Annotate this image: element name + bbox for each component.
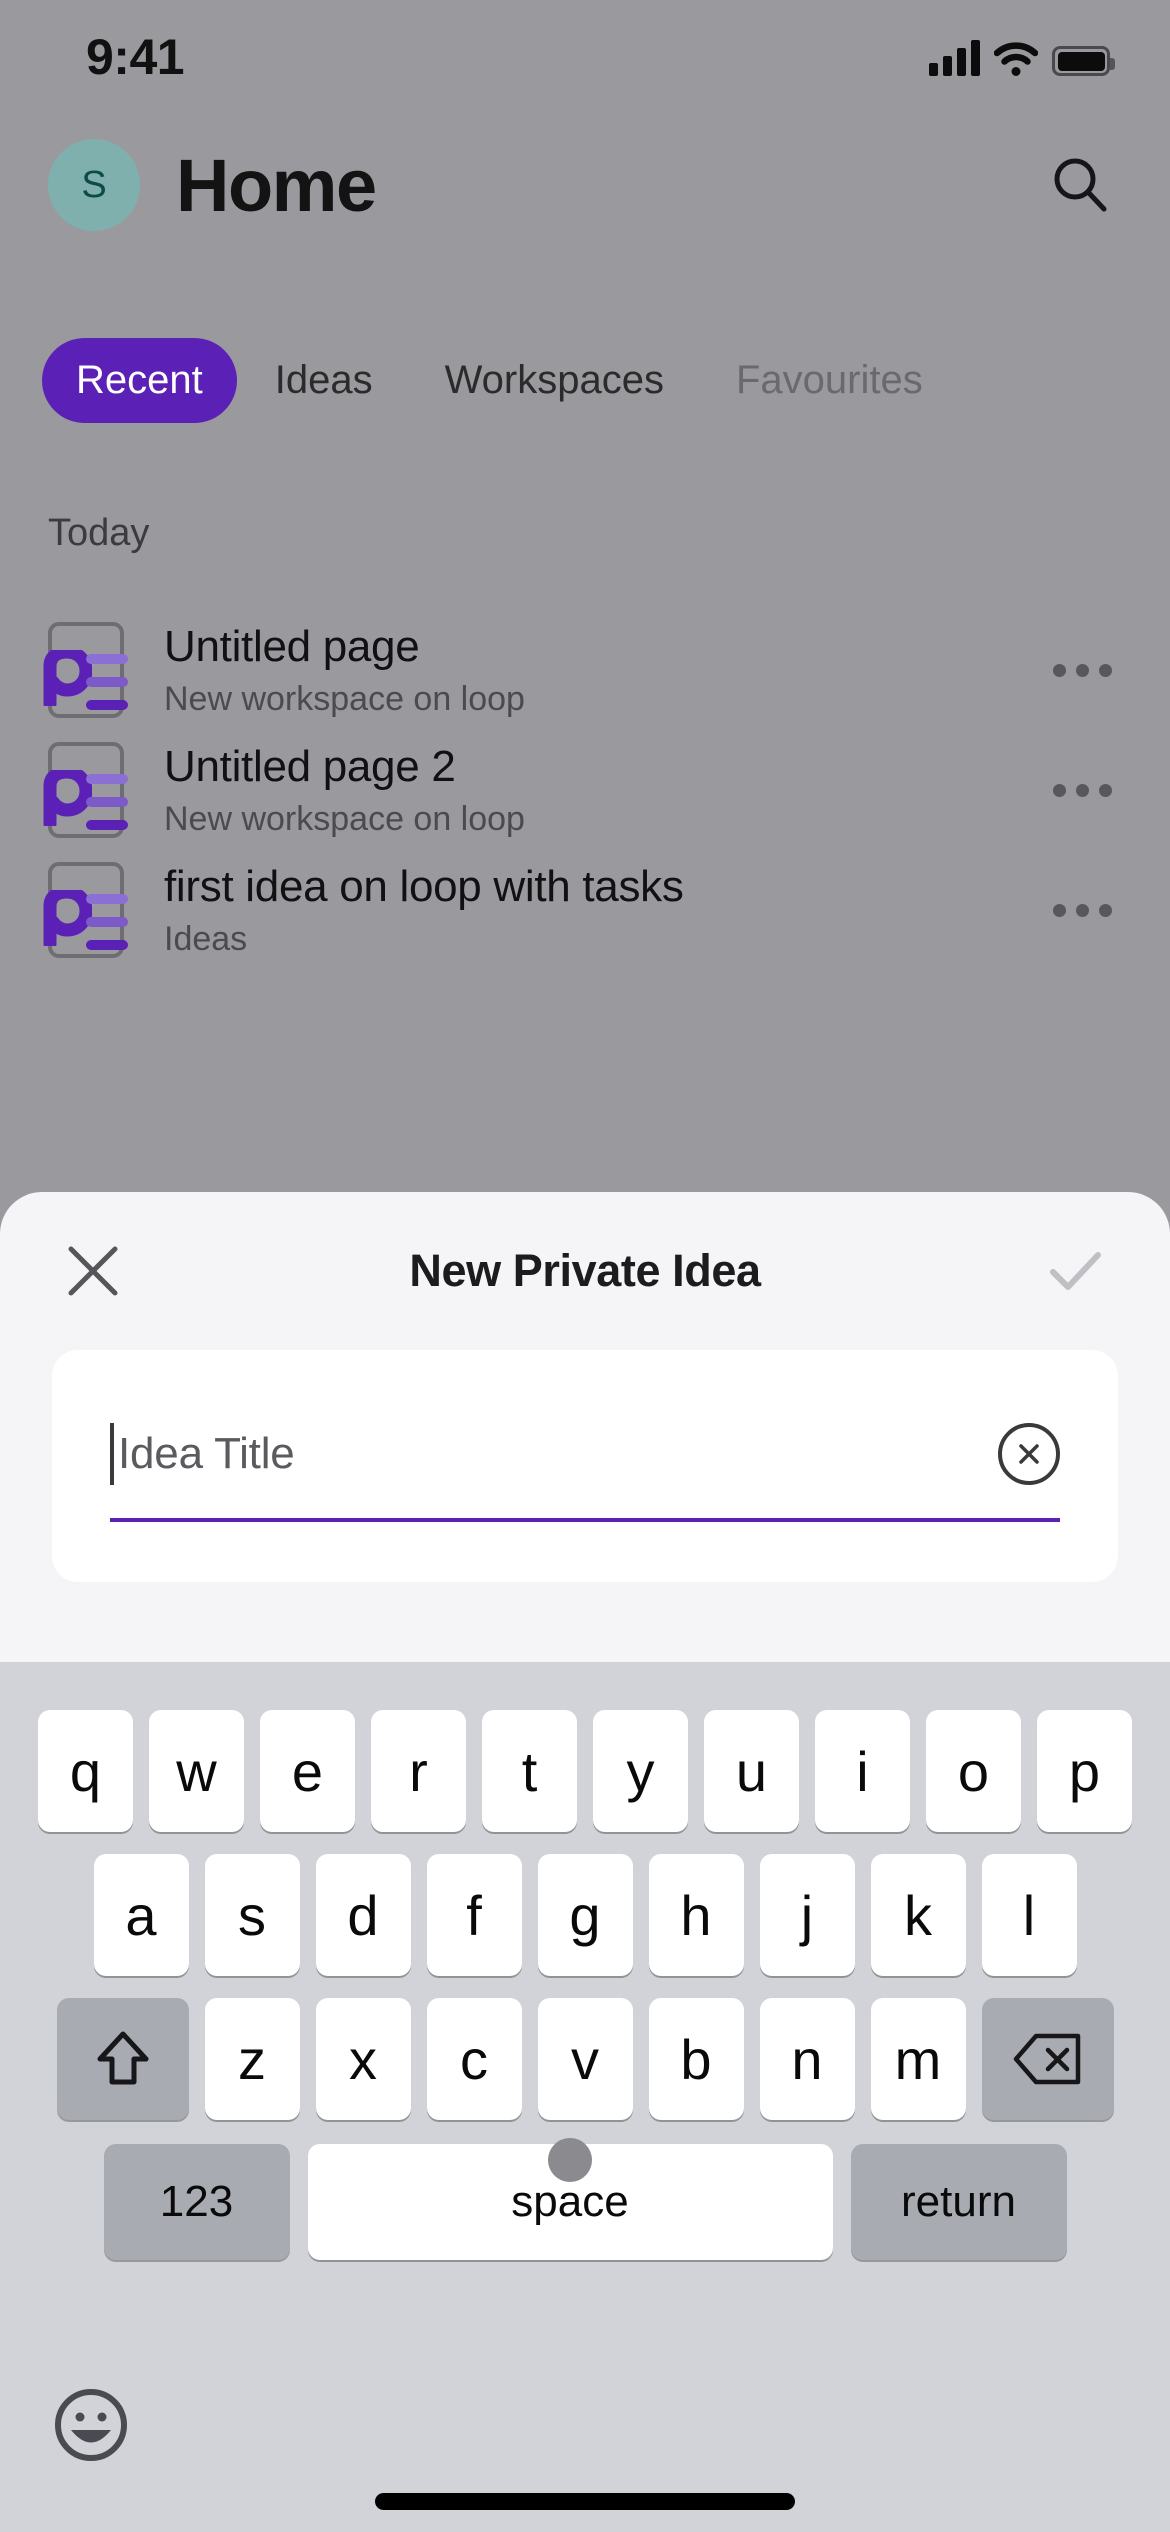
text-caret: [110, 1423, 114, 1485]
key-p[interactable]: p: [1037, 1710, 1132, 1832]
key-v[interactable]: v: [537, 1998, 633, 2120]
list-item-subtitle: New workspace on loop: [164, 800, 525, 839]
key-c[interactable]: c: [426, 1998, 522, 2120]
key-b[interactable]: b: [648, 1998, 744, 2120]
key-k[interactable]: k: [870, 1854, 966, 1976]
key-w[interactable]: w: [149, 1710, 244, 1832]
loop-page-icon: [43, 862, 128, 958]
key-m[interactable]: m: [870, 1998, 966, 2120]
key-z[interactable]: z: [204, 1998, 300, 2120]
keyboard-row-2: a s d f g h j k l: [0, 1832, 1170, 1976]
key-a[interactable]: a: [93, 1854, 189, 1976]
key-r[interactable]: r: [371, 1710, 466, 1832]
avatar[interactable]: S: [48, 139, 140, 231]
status-bar-icons: [929, 32, 1115, 76]
avatar-initial: S: [81, 163, 107, 206]
key-g[interactable]: g: [537, 1854, 633, 1976]
space-key[interactable]: space: [307, 2138, 833, 2260]
modal-title: New Private Idea: [409, 1245, 761, 1296]
wifi-icon: [993, 42, 1039, 76]
list-item-title: Untitled page 2: [164, 741, 456, 791]
list-item-title: Untitled page: [164, 621, 420, 671]
key-n[interactable]: n: [759, 1998, 855, 2120]
key-x[interactable]: x: [315, 1998, 411, 2120]
return-key[interactable]: return: [850, 2144, 1067, 2260]
keyboard-row-3: z x c v b n m: [0, 1976, 1170, 2120]
loop-icon-lines: [86, 894, 128, 963]
more-options-icon[interactable]: [1042, 760, 1122, 820]
key-l[interactable]: l: [981, 1854, 1077, 1976]
close-x-icon[interactable]: [58, 1236, 128, 1306]
keyboard-row-4: 123 space return: [0, 2120, 1170, 2260]
loop-page-icon: [43, 622, 128, 718]
key-u[interactable]: u: [704, 1710, 799, 1832]
key-i[interactable]: i: [815, 1710, 910, 1832]
keyboard-bottom-bar: [0, 2362, 1170, 2532]
list-item-title: first idea on loop with tasks: [164, 861, 684, 911]
more-options-icon[interactable]: [1042, 640, 1122, 700]
idea-title-field-row: [110, 1414, 1060, 1494]
tab-workspaces[interactable]: Workspaces: [411, 338, 698, 423]
list-item-texts: Untitled page 2 New workspace on loop: [164, 741, 1042, 840]
loop-page-icon: [43, 742, 128, 838]
battery-icon: [1052, 46, 1115, 76]
key-j[interactable]: j: [759, 1854, 855, 1976]
key-h[interactable]: h: [648, 1854, 744, 1976]
key-q[interactable]: q: [38, 1710, 133, 1832]
new-private-idea-sheet: New Private Idea: [0, 1192, 1170, 1662]
shift-arrow-icon[interactable]: [56, 1998, 189, 2120]
emoji-smiley-icon[interactable]: [48, 2382, 134, 2468]
checkmark-icon[interactable]: [1038, 1234, 1112, 1308]
tab-ideas[interactable]: Ideas: [241, 338, 407, 423]
search-icon[interactable]: [1038, 143, 1122, 227]
home-indicator: [375, 2493, 795, 2510]
key-f[interactable]: f: [426, 1854, 522, 1976]
cellular-signal-icon: [929, 40, 980, 76]
list-item-texts: Untitled page New workspace on loop: [164, 621, 1042, 720]
idea-title-input[interactable]: [118, 1429, 988, 1479]
list-item[interactable]: Untitled page 2 New workspace on loop: [0, 730, 1170, 850]
field-underline: [110, 1518, 1060, 1522]
list-item-subtitle: New workspace on loop: [164, 680, 525, 719]
tab-recent[interactable]: Recent: [42, 337, 237, 423]
tab-favourites[interactable]: Favourites: [702, 338, 957, 423]
list-item[interactable]: Untitled page New workspace on loop: [0, 610, 1170, 730]
key-s[interactable]: s: [204, 1854, 300, 1976]
page-title: Home: [176, 143, 377, 227]
list-item[interactable]: first idea on loop with tasks Ideas: [0, 850, 1170, 970]
clear-circle-x-icon[interactable]: [998, 1423, 1060, 1485]
key-t[interactable]: t: [482, 1710, 577, 1832]
numbers-key[interactable]: 123: [103, 2144, 290, 2260]
app-header: S Home: [0, 120, 1170, 250]
status-bar: 9:41: [0, 0, 1170, 100]
key-o[interactable]: o: [926, 1710, 1021, 1832]
key-y[interactable]: y: [593, 1710, 688, 1832]
more-options-icon[interactable]: [1042, 880, 1122, 940]
list-item-subtitle: Ideas: [164, 920, 248, 959]
tab-bar: Recent Ideas Workspaces Favourites: [0, 330, 1170, 430]
modal-header: New Private Idea: [0, 1192, 1170, 1350]
keyboard-row-1: q w e r t y u i o p: [0, 1662, 1170, 1832]
idea-title-field-card: [52, 1350, 1118, 1582]
loop-icon-lines: [86, 774, 128, 843]
recent-pages-list: Untitled page New workspace on loop Unti…: [0, 610, 1170, 970]
space-key-label: space: [511, 2177, 629, 2226]
list-item-texts: first idea on loop with tasks Ideas: [164, 861, 1042, 960]
on-screen-keyboard: q w e r t y u i o p a s d f g h j k l z …: [0, 1662, 1170, 2532]
status-bar-time: 9:41: [86, 29, 185, 85]
backspace-delete-icon[interactable]: [981, 1998, 1114, 2120]
loop-icon-lines: [86, 654, 128, 723]
key-d[interactable]: d: [315, 1854, 411, 1976]
touch-indicator: [548, 2138, 592, 2182]
key-e[interactable]: e: [260, 1710, 355, 1832]
section-label-today: Today: [48, 512, 150, 554]
